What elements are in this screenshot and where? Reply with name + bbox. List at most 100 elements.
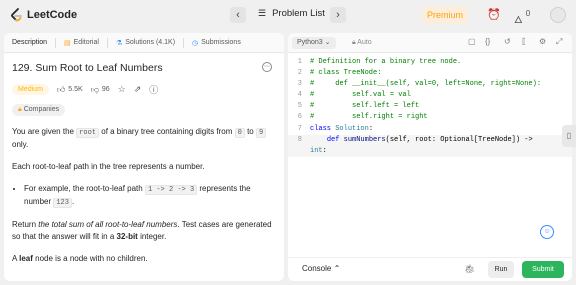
format-code-icon[interactable]: {}: [485, 37, 490, 46]
tab-submissions-label: Submissions: [201, 39, 241, 46]
description-text: .: [71, 197, 75, 206]
code-editor-panel: Python3 ⌄ 🔒︎ Auto ▢ {} ↺ ⟦ ⚙ ⤢ 1 # Defini…: [288, 33, 572, 281]
clock-icon: ◷: [192, 39, 199, 47]
tab-editorial-label: Editorial: [73, 39, 99, 46]
description-paragraph: A leaf node is a node with no children.: [12, 253, 272, 265]
tab-description[interactable]: Description: [4, 39, 55, 46]
inline-code: 123: [53, 198, 72, 208]
code-token: class: [310, 124, 336, 133]
console-label: Console: [302, 264, 332, 273]
code-line[interactable]: 5 # self.left = left: [288, 101, 572, 112]
line-number: 5: [297, 102, 302, 111]
line-number: 2: [297, 69, 302, 78]
description-panel: Description ▤ Editorial ⚗ Solutions (4.1K)…: [4, 33, 284, 281]
problem-meta: Medium 👍︎ 5.5K 👎︎ 96 ☆ ⇗ ⓘ: [12, 83, 158, 96]
book-icon: ▤: [64, 39, 71, 47]
inline-code: 1 -> 2 -> 3: [144, 185, 198, 195]
dislike-count: 96: [101, 86, 110, 93]
top-navigation-bar: LeetCode ‹ ☰ Problem List › Premium ⏰ 🜂 …: [0, 0, 576, 32]
line-number: 1: [297, 58, 302, 66]
description-text: You are given the: [12, 127, 77, 136]
code-line[interactable]: 1 # Definition for a binary tree node.: [288, 57, 572, 68]
description-tabs: Description ▤ Editorial ⚗ Solutions (4.1K)…: [4, 33, 284, 53]
chat-icon[interactable]: ☺: [540, 225, 554, 239]
code-token: # self.left = left: [310, 102, 420, 111]
next-problem-button[interactable]: ›: [330, 7, 346, 23]
inline-code: 0: [234, 128, 245, 138]
premium-button[interactable]: Premium: [422, 6, 468, 24]
like-button[interactable]: 👍︎ 5.5K: [57, 85, 83, 95]
line-number: 7: [297, 124, 302, 133]
code-line[interactable]: 3 # def __init__(self, val=0, left=None, …: [288, 79, 572, 90]
inline-code: 9: [255, 128, 267, 138]
tab-submissions[interactable]: ◷ Submissions: [184, 39, 249, 47]
settings-icon[interactable]: ⚙: [539, 37, 546, 46]
run-button[interactable]: Run: [488, 261, 514, 278]
avatar[interactable]: [550, 7, 566, 23]
code-line[interactable]: int:: [288, 145, 572, 157]
problem-list-label: Problem List: [272, 8, 325, 19]
reset-code-icon[interactable]: ↺: [504, 37, 511, 46]
language-select[interactable]: Python3 ⌄: [292, 37, 336, 49]
description-text: node is a node with no children.: [32, 254, 148, 263]
problem-list-button[interactable]: ☰ Problem List: [258, 8, 325, 19]
streak-count: 0: [525, 9, 531, 18]
lock-icon: 🔒︎: [18, 106, 22, 113]
companies-label: Companies: [23, 106, 60, 113]
thumbs-up-icon: 👍︎: [56, 84, 66, 94]
bracket-icon[interactable]: ⟦: [522, 37, 526, 46]
description-bold: 32-bit: [116, 232, 138, 241]
line-number: 4: [297, 91, 302, 100]
line-number: 6: [297, 113, 302, 122]
debug-icon[interactable]: 🐞︎: [464, 264, 475, 275]
inline-code: root: [76, 128, 100, 138]
share-icon[interactable]: ⇗: [134, 84, 142, 95]
code-area[interactable]: 1 # Definition for a binary tree node. 2 # …: [288, 57, 572, 157]
code-token: :: [322, 146, 327, 155]
code-token: # def __init__(self, val=0, left=None, r…: [310, 80, 542, 89]
submit-button[interactable]: Submit: [522, 261, 564, 278]
side-panel-toggle[interactable]: ▯: [562, 125, 576, 147]
streak-counter[interactable]: 🜂 0: [514, 8, 530, 29]
code-line[interactable]: 8 def sumNumbers(self, root: Optional[Tr…: [288, 134, 572, 146]
description-text: to: [244, 127, 256, 136]
code-line[interactable]: 7 class Solution:: [288, 124, 572, 135]
logo-text: LeetCode: [27, 9, 78, 21]
tab-editorial[interactable]: ▤ Editorial: [56, 39, 107, 47]
dislike-button[interactable]: 👎︎ 96: [91, 85, 110, 95]
code-line[interactable]: 6 # self.right = right: [288, 112, 572, 123]
tab-solutions-label: Solutions (4.1K): [125, 39, 176, 46]
chevron-down-icon: ⌄: [324, 39, 331, 46]
code-token: def: [326, 135, 344, 144]
code-token: sumNumbers: [343, 135, 386, 144]
list-icon: ☰: [258, 8, 267, 18]
code-token: :: [368, 124, 374, 133]
more-options-icon[interactable]: ⋯: [262, 62, 272, 72]
problem-description: You are given the root of a binary tree …: [12, 126, 272, 275]
fullscreen-icon[interactable]: ⤢: [556, 37, 562, 47]
console-toggle[interactable]: Console ⌃: [302, 264, 340, 273]
code-token: int: [310, 146, 323, 155]
description-paragraph: Return the total sum of all root-to-leaf…: [12, 219, 272, 243]
description-text: Return: [12, 220, 39, 229]
note-icon[interactable]: ▢: [468, 37, 476, 46]
leetcode-logo-icon: [11, 8, 22, 22]
description-emphasis: the total sum of all root-to-leaf number…: [38, 220, 178, 229]
alarm-clock-icon[interactable]: ⏰: [487, 8, 501, 21]
feedback-icon[interactable]: ⓘ: [149, 83, 158, 96]
code-line[interactable]: 2 # class TreeNode:: [288, 68, 572, 79]
chevron-left-icon: ‹: [236, 9, 240, 21]
companies-tag[interactable]: 🔒︎ Companies: [12, 104, 66, 116]
star-icon[interactable]: ☆: [118, 84, 126, 95]
code-token: # Definition for a binary tree node.: [310, 58, 462, 66]
prev-problem-button[interactable]: ‹: [230, 7, 246, 23]
fire-icon: 🜂: [514, 15, 523, 26]
code-line[interactable]: 4 # self.val = val: [288, 90, 572, 101]
autocomplete-toggle[interactable]: 🔒︎ Auto: [352, 37, 372, 49]
leetcode-logo[interactable]: LeetCode: [10, 8, 77, 22]
code-token: Solution: [335, 124, 369, 133]
list-item: For example, the root-to-leaf path 1 -> …: [24, 183, 272, 209]
description-list: For example, the root-to-leaf path 1 -> …: [12, 183, 272, 209]
tab-solutions[interactable]: ⚗ Solutions (4.1K): [108, 39, 183, 47]
